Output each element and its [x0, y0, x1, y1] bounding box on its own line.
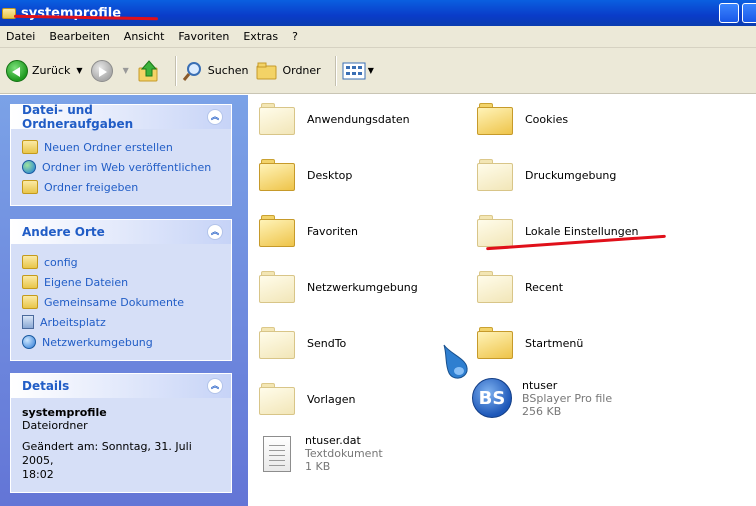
details-panel: Details ︽ systemprofile Dateiordner Geän…	[10, 373, 232, 493]
folder-icon	[259, 271, 295, 303]
panel-header[interactable]: Andere Orte ︽	[11, 220, 231, 244]
forward-button[interactable]: ▼	[90, 59, 129, 82]
back-arrow-icon	[6, 59, 28, 82]
new-folder-icon	[22, 140, 38, 154]
details-type: Dateiordner	[22, 419, 88, 432]
minimize-button[interactable]	[719, 3, 739, 23]
file-folder-tasks-panel: Datei- und Ordneraufgaben ︽ Neuen Ordner…	[10, 103, 232, 206]
task-pane: Datei- und Ordneraufgaben ︽ Neuen Ordner…	[0, 95, 248, 506]
place-shared-documents[interactable]: Gemeinsame Dokumente	[22, 292, 221, 312]
place-my-computer[interactable]: Arbeitsplatz	[22, 312, 221, 332]
panel-header[interactable]: Datei- und Ordneraufgaben ︽	[11, 103, 231, 131]
views-icon	[342, 62, 366, 79]
folder-icon	[259, 215, 295, 247]
up-button[interactable]	[137, 59, 161, 83]
droplet-icon	[443, 344, 468, 379]
file-item[interactable]: Startmenü	[477, 327, 583, 359]
folder-up-icon	[138, 59, 158, 81]
file-item[interactable]: Cookies	[477, 103, 568, 135]
toolbar-separator	[174, 55, 176, 86]
folder-icon	[22, 255, 38, 269]
menu-bar: Datei Bearbeiten Ansicht Favoriten Extra…	[0, 26, 756, 48]
folders-button[interactable]: Ordner	[256, 61, 321, 81]
menu-bearbeiten[interactable]: Bearbeiten	[49, 30, 109, 43]
back-button[interactable]: Zurück ▼	[6, 59, 83, 82]
folder-icon	[477, 215, 513, 247]
file-item[interactable]: SendTo	[259, 327, 346, 359]
forward-arrow-icon	[90, 59, 113, 82]
other-places-panel: Andere Orte ︽ config Eigene Dateien Geme…	[10, 219, 232, 361]
menu-favoriten[interactable]: Favoriten	[178, 30, 229, 43]
details-name: systemprofile	[22, 406, 107, 419]
maximize-button[interactable]	[742, 3, 756, 23]
folder-icon	[477, 271, 513, 303]
folders-icon	[256, 62, 277, 79]
search-button[interactable]: Suchen	[182, 60, 248, 82]
file-item[interactable]: Netzwerkumgebung	[259, 271, 418, 303]
folder-icon	[22, 275, 38, 289]
task-share-folder[interactable]: Ordner freigeben	[22, 177, 221, 197]
bsplayer-icon: BS	[472, 378, 512, 418]
folder-icon	[259, 327, 295, 359]
share-folder-icon	[22, 180, 38, 194]
menu-help[interactable]: ?	[292, 30, 298, 43]
place-network[interactable]: Netzwerkumgebung	[22, 332, 221, 352]
menu-datei[interactable]: Datei	[6, 30, 35, 43]
details-modified: Geändert am: Sonntag, 31. Juli 2005,	[22, 440, 192, 467]
chevron-down-icon[interactable]: ▼	[368, 66, 374, 75]
file-list: Anwendungsdaten Cookies Desktop Druckumg…	[248, 95, 756, 506]
search-icon	[182, 61, 201, 81]
file-item[interactable]: Desktop	[259, 159, 352, 191]
chevron-down-icon[interactable]: ▼	[123, 66, 129, 75]
chevron-down-icon[interactable]: ▼	[76, 66, 82, 75]
collapse-chevron-icon[interactable]: ︽	[207, 109, 223, 125]
panel-header[interactable]: Details ︽	[11, 374, 231, 398]
folder-icon	[259, 159, 295, 191]
file-item[interactable]: Recent	[477, 271, 563, 303]
web-publish-icon	[22, 160, 36, 174]
collapse-chevron-icon[interactable]: ︽	[207, 224, 223, 240]
network-icon	[22, 335, 36, 349]
folder-icon	[477, 159, 513, 191]
file-item[interactable]: Favoriten	[259, 215, 358, 247]
title-bar: systemprofile	[0, 0, 756, 26]
folder-icon	[477, 103, 513, 135]
file-item[interactable]: ntuser.dat Textdokument 1 KB	[263, 434, 383, 473]
collapse-chevron-icon[interactable]: ︽	[207, 378, 223, 394]
menu-extras[interactable]: Extras	[243, 30, 278, 43]
folder-icon	[259, 103, 295, 135]
folder-icon	[22, 295, 38, 309]
text-document-icon	[263, 435, 291, 472]
place-config[interactable]: config	[22, 252, 221, 272]
file-item[interactable]: Druckumgebung	[477, 159, 616, 191]
menu-ansicht[interactable]: Ansicht	[124, 30, 165, 43]
details-modified-time: 18:02	[22, 468, 54, 481]
toolbar-separator	[334, 55, 336, 86]
computer-icon	[22, 315, 34, 329]
views-button[interactable]: ▼	[342, 61, 374, 81]
file-item[interactable]: BS ntuser BSplayer Pro file 256 KB	[472, 378, 612, 418]
toolbar: Zurück ▼ ▼ Suchen Ordner ▼	[0, 48, 756, 94]
task-publish-web[interactable]: Ordner im Web veröffentlichen	[22, 157, 221, 177]
task-new-folder[interactable]: Neuen Ordner erstellen	[22, 137, 221, 157]
folder-icon	[477, 327, 513, 359]
place-my-documents[interactable]: Eigene Dateien	[22, 272, 221, 292]
folder-icon	[259, 383, 295, 415]
file-item[interactable]: Anwendungsdaten	[259, 103, 410, 135]
file-item[interactable]: Vorlagen	[259, 383, 355, 415]
